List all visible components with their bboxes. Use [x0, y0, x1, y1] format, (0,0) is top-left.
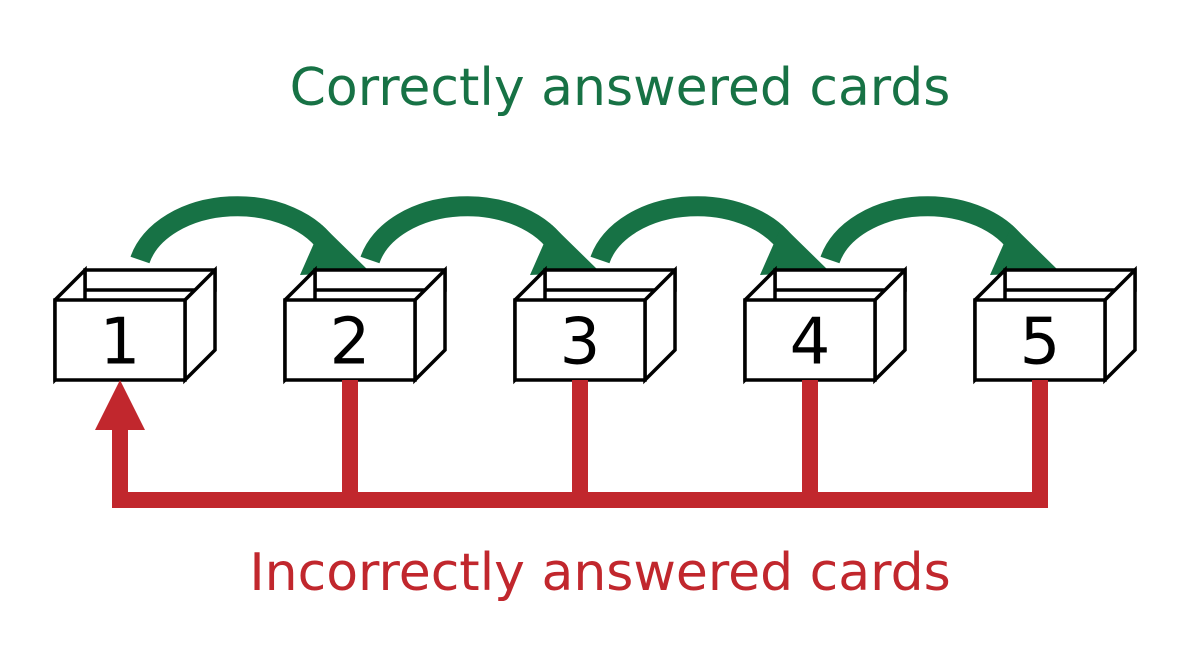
box-5-label: 5: [1020, 306, 1061, 380]
return-arrow-head: [95, 380, 145, 430]
return-arrows: [95, 380, 1048, 508]
arrow-forward-4: [830, 206, 1020, 260]
box-3-label: 3: [560, 306, 601, 380]
boxes-row: 1 2 3 4: [55, 270, 1135, 380]
box-2-label: 2: [330, 306, 371, 380]
box-4-label: 4: [790, 306, 831, 380]
arrow-forward-2: [370, 206, 560, 260]
leitner-diagram: Correctly answered cards 1: [0, 0, 1200, 652]
box-5: 5: [975, 270, 1135, 380]
forward-arrows: [140, 206, 1060, 275]
incorrect-label: Incorrectly answered cards: [249, 543, 950, 603]
box-4: 4: [745, 270, 905, 380]
box-2: 2: [285, 270, 445, 380]
box-3: 3: [515, 270, 675, 380]
box-1-label: 1: [100, 306, 141, 380]
box-1: 1: [55, 270, 215, 380]
arrow-forward-1: [140, 206, 330, 260]
correct-label: Correctly answered cards: [290, 58, 951, 118]
arrow-forward-3: [600, 206, 790, 260]
